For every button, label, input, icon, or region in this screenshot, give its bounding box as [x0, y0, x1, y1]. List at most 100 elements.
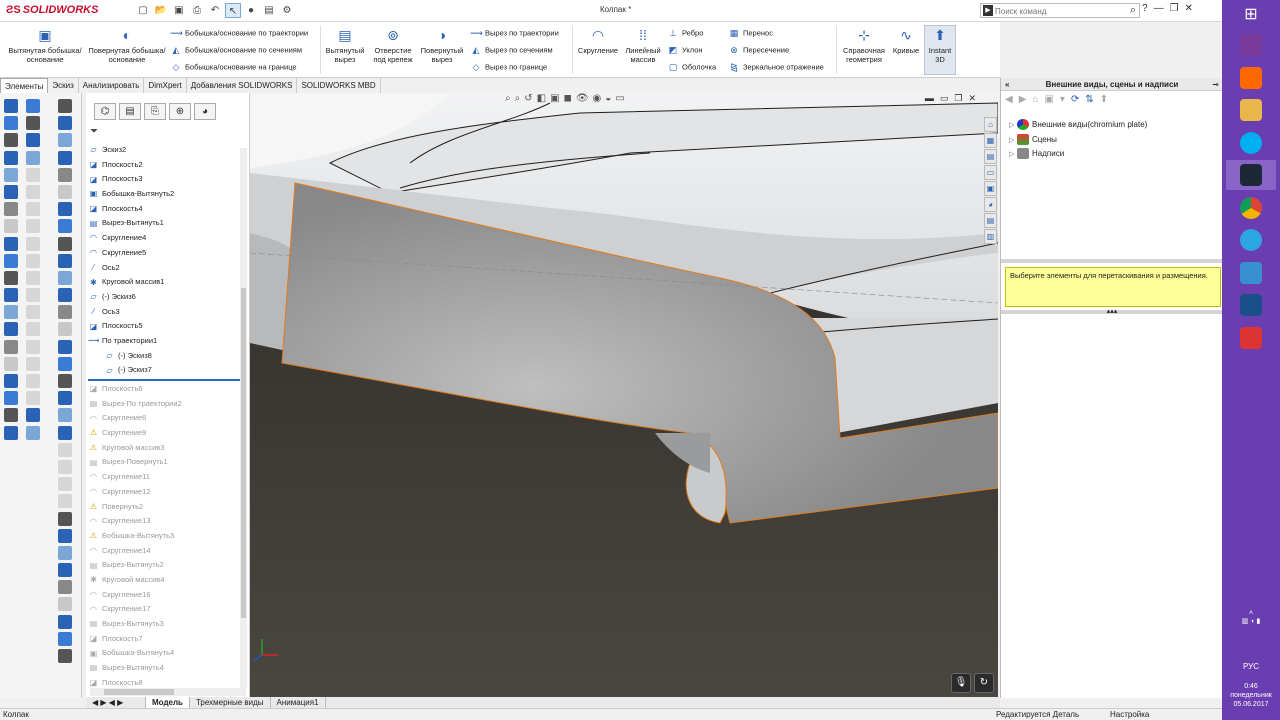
toolbar-tool-icon[interactable] [58, 631, 72, 646]
tree-item[interactable]: ◠ Скругление14 [88, 544, 240, 559]
reference-geometry-button[interactable]: ⊹ Справочная геометрия [840, 26, 888, 64]
zoom-to-fit-icon[interactable]: ⌕ [505, 93, 511, 104]
shell-button[interactable]: ▢ Оболочка [667, 62, 716, 73]
section-view-icon[interactable]: ◧ [537, 93, 546, 104]
view-settings-icon[interactable]: ▭ [615, 93, 624, 104]
open-icon[interactable]: 📂 [153, 3, 169, 18]
rebuild-icon[interactable]: ● [243, 3, 259, 18]
toolbar-tool-icon[interactable] [4, 236, 18, 251]
tree-item[interactable]: ▱ (-) Эскиз7 [88, 363, 240, 378]
viewport-restore-icon[interactable]: ▭ [940, 93, 949, 104]
lofted-cut-button[interactable]: ◭ Вырез по сечениям [470, 45, 553, 56]
toolbar-tool-icon[interactable] [26, 253, 40, 268]
toolbar-tool-icon[interactable] [26, 356, 40, 371]
up-icon[interactable]: ⬆ [1100, 94, 1108, 105]
linear-pattern-button[interactable]: ⁞⁞ Линейный массив [622, 26, 664, 64]
toolbar-tool-icon[interactable] [26, 288, 40, 303]
restore-icon[interactable]: ❐ [1170, 3, 1179, 14]
display-style-icon[interactable]: ◼ [564, 93, 572, 104]
extruded-cut-button[interactable]: ▤ Вытянутый вырез [324, 26, 366, 64]
toolbar-tool-icon[interactable] [4, 356, 18, 371]
toolbar-tool-icon[interactable] [4, 184, 18, 199]
model-render[interactable] [250, 93, 998, 697]
toolbar-tool-icon[interactable] [58, 391, 72, 406]
revolved-boss-button[interactable]: ◐ Повернутая бобышка/основание [88, 26, 166, 64]
toolbar-tool-icon[interactable] [26, 305, 40, 320]
search-input[interactable] [995, 5, 1125, 17]
toolbar-tool-icon[interactable] [58, 253, 72, 268]
toolbar-tool-icon[interactable] [58, 133, 72, 148]
magnifier-icon[interactable]: ⌕ [1130, 4, 1136, 17]
appearance-icon[interactable]: ◉ [593, 93, 602, 104]
tree-item[interactable]: ⟿ По траектории1 [88, 334, 240, 349]
toolbar-tool-icon[interactable] [58, 425, 72, 440]
tree-item[interactable]: ▣ Бобышка-Вытянуть2 [88, 187, 240, 202]
taskbar-app[interactable] [1226, 63, 1276, 93]
toolbar-tool-icon[interactable] [4, 425, 18, 440]
toolbar-tool-icon[interactable] [58, 116, 72, 131]
tree-item[interactable]: ◠ Скругление6 [88, 411, 240, 426]
tree-scrollbar-thumb[interactable] [241, 288, 246, 618]
hole-wizard-button[interactable]: ⊚ Отверстие под крепеж [368, 26, 418, 64]
rib-button[interactable]: ⊥ Ребро [667, 28, 703, 39]
tab-model[interactable]: Модель [146, 697, 190, 708]
battery-icon[interactable]: ▮ [1256, 618, 1260, 625]
tree-item[interactable]: ▤ Вырез-Вытянуть4 [88, 661, 240, 676]
toolbar-tool-icon[interactable] [4, 202, 18, 217]
toolbar-tool-icon[interactable] [58, 597, 72, 612]
viewport-tile-icon[interactable]: ❐ [954, 93, 962, 104]
dimxpert-tab-icon[interactable]: ⊕ [169, 103, 191, 120]
toolbar-tool-icon[interactable] [58, 545, 72, 560]
tab-dimxpert[interactable]: DimXpert [144, 78, 187, 93]
feature-tree-tab-icon[interactable]: ⌬ [94, 103, 116, 120]
microphone-icon[interactable]: 🎙 [951, 673, 971, 693]
toolbar-tool-icon[interactable] [4, 374, 18, 388]
toolbar-tool-icon[interactable] [26, 391, 40, 406]
toolbar-tool-icon[interactable] [58, 511, 72, 526]
toolbar-tool-icon[interactable] [58, 494, 72, 509]
back-icon[interactable]: ◀ [1005, 94, 1013, 105]
add-folder-icon[interactable]: ▣ [1044, 94, 1053, 105]
scene-icon[interactable]: ◒ [605, 93, 611, 104]
toolbar-tool-icon[interactable] [58, 408, 72, 423]
toolbar-tool-icon[interactable] [58, 528, 72, 543]
toolbar-tool-icon[interactable] [26, 408, 40, 423]
toolbar-tool-icon[interactable] [4, 253, 18, 268]
toolbar-tool-icon[interactable] [58, 219, 72, 234]
tree-item[interactable]: ◪ Плоскость7 [88, 632, 240, 647]
tree-item[interactable]: ▱ Эскиз2 [88, 143, 240, 158]
rollback-bar[interactable] [88, 379, 240, 381]
dropdown-icon[interactable]: ▾ [1060, 94, 1065, 105]
tree-item[interactable]: ▤ Вырез-Вытянуть3 [88, 617, 240, 632]
pane-splitter-grip[interactable]: ▴▴▴ [1001, 308, 1223, 315]
toolbar-tool-icon[interactable] [58, 150, 72, 165]
taskbar-app[interactable] [1226, 95, 1276, 125]
tree-item-scenes[interactable]: ▷ Сцены [1009, 134, 1057, 145]
taskbar-app[interactable] [1226, 225, 1276, 255]
tree-item[interactable]: ⁄ Ось3 [88, 305, 240, 320]
toolbar-tool-icon[interactable] [4, 99, 18, 113]
file-explorer-icon[interactable]: ▭ [984, 165, 997, 180]
tab-animation[interactable]: Анимация1 [271, 697, 326, 708]
toolbar-tool-icon[interactable] [58, 580, 72, 595]
graphics-area[interactable]: ⌕ ⌕ ↺ ◧ ▣ ◼ 👁 ◉ ◒ ▭ ▬ ▭ ❐ ✕ ⌂ ▦ ▤ ▭ ▣ ◕ … [250, 93, 998, 697]
refresh-icon[interactable]: ⟳ [1071, 94, 1079, 105]
tree-item[interactable]: ⚠ Повернуть2 [88, 500, 240, 515]
view-palette-icon[interactable]: ▣ [984, 181, 997, 196]
minimize-icon[interactable]: — [1154, 3, 1164, 14]
pin-icon[interactable]: ⊸ [1212, 78, 1219, 91]
options-gear-icon[interactable]: ⚙ [279, 3, 295, 18]
select-icon[interactable]: ↖ [225, 3, 241, 18]
toolbar-tool-icon[interactable] [58, 99, 72, 113]
toolbar-tool-icon[interactable] [4, 339, 18, 354]
toolbar-tool-icon[interactable] [26, 374, 40, 388]
swept-boss-button[interactable]: ⟿ Бобышка/основание по траектории [170, 28, 308, 39]
rotate-view-icon[interactable]: ↻ [974, 673, 994, 693]
toolbar-tool-icon[interactable] [4, 219, 18, 234]
undo-icon[interactable]: ↶ [207, 3, 223, 18]
toolbar-tool-icon[interactable] [58, 339, 72, 354]
toolbar-tool-icon[interactable] [26, 184, 40, 199]
toolbar-tool-icon[interactable] [26, 133, 40, 148]
tree-item[interactable]: ⚠ Скругление9 [88, 426, 240, 441]
new-icon[interactable]: ▢ [135, 3, 151, 18]
